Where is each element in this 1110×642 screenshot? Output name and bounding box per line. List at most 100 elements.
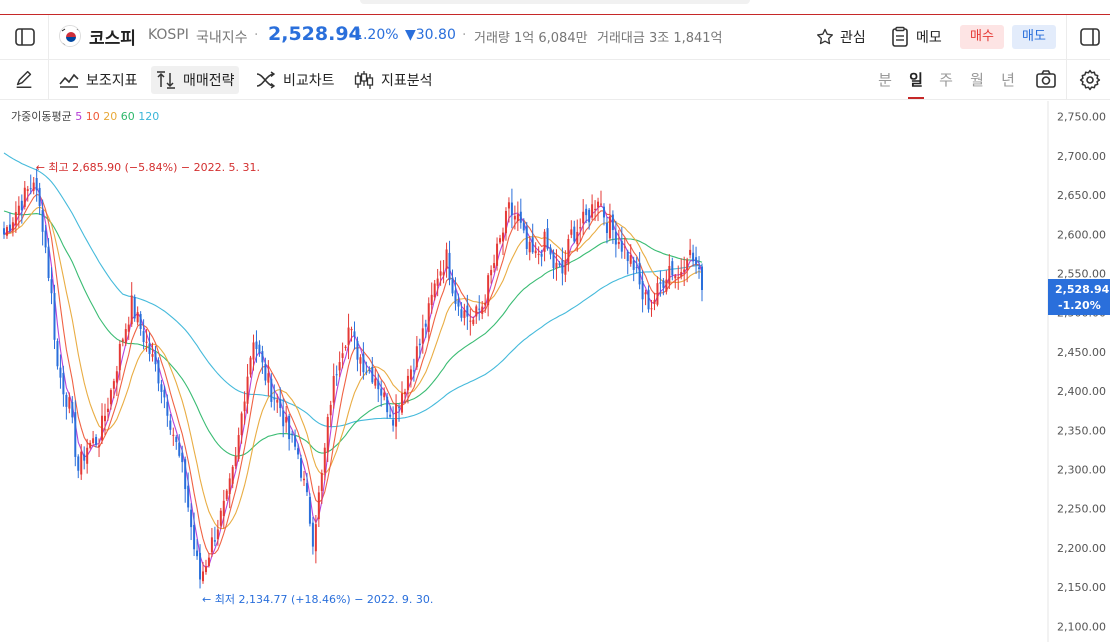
y-tick-label: 2,150.00 (1057, 581, 1106, 594)
watchlist-button[interactable]: 관심 (815, 24, 866, 50)
current-price: 2,528.94 (268, 23, 362, 45)
candle-body (216, 529, 219, 540)
drawing-pen-icon[interactable] (13, 68, 37, 92)
candle-body (47, 246, 50, 279)
period-week[interactable]: 주 (937, 69, 955, 90)
period-month[interactable]: 월 (968, 69, 986, 90)
candle-body (68, 397, 71, 409)
candle-body (463, 310, 466, 318)
candle-body (95, 436, 98, 445)
candle-body (252, 342, 255, 360)
ma-legend-period: 60 (121, 110, 139, 123)
y-tick-label: 2,700.00 (1057, 150, 1106, 163)
candle-body (74, 412, 77, 457)
candle-body (210, 537, 213, 553)
candle-body (668, 265, 671, 285)
stock-name: 코스피 (89, 29, 136, 49)
candle-body (118, 343, 121, 371)
candle-body (172, 434, 175, 436)
candle-body (677, 277, 680, 279)
candle-body (620, 240, 623, 252)
candle-body (249, 357, 252, 375)
candle-body (403, 391, 406, 395)
candle-body (44, 230, 47, 248)
change-percent: -1.20% (349, 27, 399, 43)
candle-body (368, 369, 371, 371)
candle-body (305, 483, 308, 493)
y-tick-label: 2,600.00 (1057, 228, 1106, 241)
memo-button[interactable]: 메모 (890, 24, 942, 50)
candle-body (154, 352, 157, 365)
period-day[interactable]: 일 (907, 69, 925, 90)
y-tick-label: 2,350.00 (1057, 424, 1106, 437)
period-year[interactable]: 년 (999, 69, 1017, 90)
compare-button[interactable]: 비교차트 (251, 66, 339, 94)
camera-icon[interactable] (1034, 68, 1058, 92)
candle-body (335, 374, 338, 376)
right-panel-toggle-icon[interactable] (1078, 25, 1102, 49)
candle-body (184, 459, 187, 490)
candle-body (510, 202, 513, 216)
candle-body (344, 346, 347, 348)
candle-body (160, 384, 163, 392)
candle-body (585, 208, 588, 216)
candle-body (362, 353, 365, 373)
candle-body (665, 279, 668, 292)
candle-body (115, 371, 118, 383)
candle-body (308, 496, 311, 524)
divider (48, 60, 49, 100)
strategy-button[interactable]: 매매전략 (151, 66, 239, 94)
candle-body (258, 344, 261, 354)
candle-body (513, 216, 516, 220)
candle-body (698, 267, 701, 270)
divider (1066, 15, 1067, 59)
candle-body (564, 261, 567, 275)
candle-body (481, 306, 484, 314)
settings-gear-icon[interactable] (1078, 68, 1102, 92)
price-chart-area[interactable]: 2,750.00 2,700.00 2,650.00 2,600.00 2,550.00… (0, 101, 1110, 642)
candle-body (401, 393, 404, 413)
candle-body (442, 272, 445, 276)
candle-body (635, 267, 638, 269)
sidebar-toggle-icon[interactable] (13, 25, 37, 49)
candle-body (451, 277, 454, 294)
separator-dot: · (254, 27, 259, 43)
candle-body (166, 401, 169, 416)
candle-body (549, 247, 552, 255)
candle-body (267, 373, 270, 383)
candle-body (507, 202, 510, 209)
candle-body (359, 357, 362, 364)
candle-body (213, 540, 216, 542)
candle-body (594, 208, 597, 210)
candle-body (53, 292, 56, 340)
candle-body (329, 404, 332, 416)
candle-body (597, 201, 600, 208)
y-tick-label: 2,650.00 (1057, 189, 1106, 202)
indicators-button[interactable]: 보조지표 (54, 66, 142, 94)
candle-body (659, 282, 662, 284)
ma-legend-period: 120 (138, 110, 159, 123)
candle-body (448, 252, 451, 281)
candle-body (234, 456, 237, 467)
candle-body (617, 241, 620, 245)
candle-body (383, 392, 386, 398)
buy-button[interactable]: 매수 (960, 25, 1004, 49)
candle-body (225, 490, 228, 500)
candlestick-chart[interactable]: 2,750.00 2,700.00 2,650.00 2,600.00 2,550.00… (0, 101, 1110, 642)
trade-amount: 거래대금 3조 1,841억 (597, 31, 723, 46)
analysis-button[interactable]: 지표분석 (349, 66, 437, 94)
candle-body (487, 275, 490, 306)
candle-body (127, 324, 130, 332)
period-minute[interactable]: 분 (876, 69, 894, 90)
candle-body (243, 401, 246, 412)
candle-body (608, 216, 611, 239)
candle-body (674, 275, 677, 279)
candle-body (573, 226, 576, 242)
stock-kind: 국내지수 (196, 30, 248, 46)
candle-body (207, 557, 210, 566)
candle-body (516, 214, 519, 221)
sell-button[interactable]: 매도 (1012, 25, 1056, 49)
candle-body (11, 222, 14, 231)
candle-body (255, 341, 258, 350)
wma-60-line (3, 210, 703, 457)
